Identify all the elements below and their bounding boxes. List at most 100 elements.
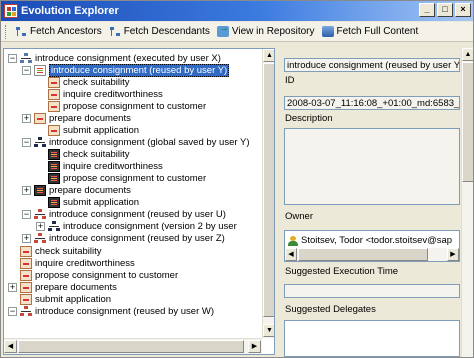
execution-time-field[interactable] (284, 284, 460, 298)
toolbar-grip[interactable] (5, 24, 8, 39)
tree-node[interactable]: propose consignment to customer (20, 270, 178, 281)
tree-node-label: introduce consignment (reused by user Y) (49, 64, 230, 77)
tree-node[interactable]: − introduce consignment (reused by user W… (8, 306, 214, 317)
consignment-icon (34, 209, 46, 220)
owner-scroll-right-arrow[interactable]: ▶ (447, 248, 459, 261)
toolbar: Fetch Ancestors Fetch Descendants View i… (1, 22, 473, 42)
properties-scroll-up-arrow[interactable]: ▲ (462, 48, 473, 61)
tree-node-label: introduce consignment (reused by user W) (35, 306, 214, 317)
owner-entry[interactable]: Stoitsev, Todor <todor.stoitsev@sap (288, 235, 460, 246)
scroll-right-arrow[interactable]: ▶ (248, 340, 261, 353)
tree-node[interactable]: check suitability (48, 77, 130, 88)
tree-node[interactable]: + introduce consignment (version 2 by use… (36, 221, 237, 232)
tree-node[interactable]: + prepare documents (22, 113, 131, 124)
tree-node-label: prepare documents (35, 282, 117, 293)
tree-node[interactable]: propose consignment to customer (48, 173, 206, 184)
owner-scroll-left-arrow[interactable]: ◀ (285, 248, 297, 261)
id-field[interactable]: 2008-03-07_11:16:08_+01:00_md:6583_24 (284, 96, 460, 110)
tree-node[interactable]: − introduce consignment (reused by user U… (22, 209, 226, 220)
task-icon (34, 113, 46, 124)
consignment-icon (20, 306, 32, 317)
scroll-up-arrow[interactable]: ▲ (263, 49, 274, 62)
title-bar[interactable]: Evolution Explorer _ □ × (1, 1, 473, 21)
tree-node-label: inquire creditworthiness (35, 258, 135, 269)
tree-node[interactable]: submit application (20, 294, 111, 305)
maximize-button[interactable]: □ (437, 3, 453, 17)
fetch-ancestors-button[interactable]: Fetch Ancestors (15, 26, 102, 37)
expand-node-button[interactable]: + (22, 114, 31, 123)
owner-list[interactable]: Stoitsev, Todor <todor.stoitsev@sap ◀ ▶ (284, 230, 460, 262)
task-icon (20, 258, 32, 269)
tree-node-label: propose consignment to customer (63, 173, 207, 184)
expand-node-button[interactable]: + (8, 283, 17, 292)
collapse-node-button[interactable]: − (8, 307, 17, 316)
evolution-tree[interactable]: − introduce consignment (executed by user… (3, 48, 275, 355)
tree-node[interactable]: + introduce consignment (reused by user Z… (22, 233, 225, 244)
consignment-icon (20, 53, 32, 64)
view-in-repository-label: View in Repository (231, 26, 315, 37)
tree-node[interactable]: − introduce consignment (executed by user… (8, 53, 221, 64)
tree-node[interactable]: + prepare documents (8, 282, 117, 293)
view-in-repository-button[interactable]: View in Repository (216, 23, 315, 37)
tree-node[interactable]: + prepare documents (22, 185, 131, 196)
document-icon (48, 149, 60, 160)
owner-label: Owner (285, 211, 313, 222)
expand-node-button[interactable]: + (22, 234, 31, 243)
collapse-node-button[interactable]: − (22, 210, 31, 219)
collapse-node-button[interactable]: − (8, 54, 17, 63)
window-title: Evolution Explorer (21, 5, 119, 17)
delegates-label: Suggested Delegates (285, 304, 376, 315)
tree-node[interactable]: inquire creditworthiness (20, 258, 135, 269)
tree-node[interactable]: − introduce consignment (reused by user Y… (22, 64, 230, 77)
scroll-left-arrow[interactable]: ◀ (4, 340, 17, 353)
tree-node[interactable]: check suitability (48, 149, 130, 160)
pane-splitter[interactable] (276, 48, 280, 355)
owner-horizontal-scrollbar[interactable]: ◀ ▶ (285, 248, 459, 261)
evolution-explorer-window: Evolution Explorer _ □ × Fetch Ancestors… (0, 0, 474, 358)
fetch-full-content-label: Fetch Full Content (336, 26, 419, 37)
tree-vscroll-thumb[interactable] (263, 63, 274, 317)
tree-node[interactable]: submit application (48, 197, 139, 208)
task-icon (48, 125, 60, 136)
properties-panel: introduce consignment (reused by user Y)… (281, 48, 473, 357)
fetch-ancestors-icon (15, 26, 27, 37)
task-icon (48, 77, 60, 88)
tree-node[interactable]: − introduce consignment (global saved by … (22, 137, 250, 148)
task-icon (20, 282, 32, 293)
tree-content: − introduce consignment (executed by user… (4, 49, 262, 338)
fetch-descendants-button[interactable]: Fetch Descendants (109, 26, 210, 37)
scroll-down-arrow[interactable]: ▼ (263, 324, 274, 337)
tree-node[interactable]: inquire creditworthiness (48, 161, 163, 172)
tree-vertical-scrollbar[interactable]: ▲ ▼ (262, 49, 274, 338)
document-icon (48, 197, 60, 208)
tree-node[interactable]: propose consignment to customer (48, 101, 206, 112)
properties-vertical-scrollbar[interactable]: ▲ (461, 48, 473, 357)
task-icon (20, 294, 32, 305)
tree-node-label: inquire creditworthiness (63, 161, 163, 172)
tree-node-label: introduce consignment (executed by user … (35, 53, 221, 64)
delegates-list[interactable] (284, 320, 460, 357)
fetch-descendants-icon (109, 26, 121, 37)
tree-node-label: propose consignment to customer (63, 101, 207, 112)
minimize-button[interactable]: _ (419, 3, 435, 17)
description-field[interactable] (284, 128, 460, 205)
tree-node[interactable]: check suitability (20, 246, 102, 257)
fetch-full-content-button[interactable]: Fetch Full Content (321, 26, 419, 37)
tree-node[interactable]: submit application (48, 125, 139, 136)
consignment-icon (34, 137, 46, 148)
collapse-node-button[interactable]: − (22, 138, 31, 147)
expand-node-button[interactable]: + (22, 186, 31, 195)
properties-vscroll-thumb[interactable] (462, 62, 473, 182)
tree-node[interactable]: inquire creditworthiness (48, 89, 163, 100)
owner-hscroll-thumb[interactable] (298, 248, 428, 261)
name-field[interactable]: introduce consignment (reused by user Y) (284, 58, 460, 72)
collapse-node-button[interactable]: − (22, 66, 31, 75)
tree-hscroll-thumb[interactable] (18, 340, 244, 353)
repository-icon (216, 23, 229, 37)
close-button[interactable]: × (455, 3, 471, 17)
tree-node-label: submit application (63, 125, 140, 136)
tree-node-label: prepare documents (49, 113, 131, 124)
expand-node-button[interactable]: + (36, 222, 45, 231)
tree-horizontal-scrollbar[interactable]: ◀ ▶ (4, 338, 262, 354)
fetch-full-content-icon (321, 26, 334, 37)
